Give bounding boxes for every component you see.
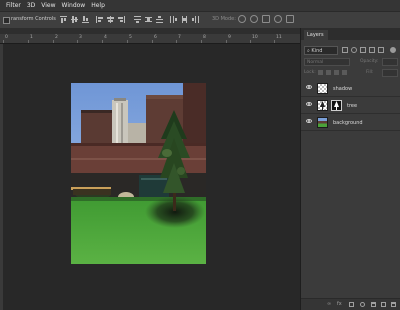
new-layer-icon[interactable] [381, 302, 386, 307]
filter-kind-value: Kind [311, 48, 323, 54]
menu-window[interactable]: Window [62, 0, 86, 11]
layer-thumbnail [317, 83, 328, 94]
link-layers-icon[interactable]: ∞ [327, 302, 332, 307]
lock-position-icon[interactable] [334, 70, 339, 75]
eye-icon[interactable] [306, 119, 312, 123]
distribute-center-icon[interactable] [145, 16, 152, 23]
ruler-label: 8 [203, 35, 206, 40]
ruler-label: 9 [228, 35, 231, 40]
align-bottom-icon[interactable] [82, 16, 89, 23]
scale-3d-icon[interactable] [286, 15, 294, 23]
canvas-photo [71, 83, 206, 264]
layer-mask-thumbnail[interactable] [331, 100, 342, 111]
fill-label: Fill: [366, 70, 374, 75]
ruler-label: 6 [154, 35, 157, 40]
horizontal-ruler: 0 1 2 3 4 5 6 7 8 9 10 11 [0, 34, 300, 44]
ruler-label: 11 [276, 35, 282, 40]
lock-label: Lock: [304, 70, 316, 75]
delete-layer-icon[interactable] [391, 302, 396, 307]
panel-header: Layers [301, 28, 400, 40]
align-right-icon[interactable] [118, 16, 125, 23]
layers-panel: Layers ⌕ Kind Normal Opacity: Lock: Fill… [300, 28, 400, 310]
drag-3d-icon[interactable] [262, 15, 270, 23]
ruler-label: 0 [5, 35, 8, 40]
3d-mode-label: 3D Mode: [212, 16, 236, 22]
filter-shape-icon[interactable] [369, 47, 375, 53]
menu-view[interactable]: View [41, 0, 55, 11]
distribute-top-icon[interactable] [134, 16, 141, 23]
orbit-3d-icon[interactable] [238, 15, 246, 23]
menu-filter[interactable]: Filter [6, 0, 21, 11]
blend-row: Normal Opacity: [304, 58, 398, 66]
filter-toggle-icon[interactable] [390, 47, 396, 53]
add-mask-icon[interactable] [349, 302, 354, 307]
menu-3d[interactable]: 3D [27, 0, 35, 11]
layer-name: tree [347, 103, 358, 109]
opacity-field[interactable] [382, 58, 398, 66]
opacity-label: Opacity: [360, 59, 379, 64]
layer-style-icon[interactable]: fx [337, 302, 342, 307]
lock-row: Lock: Fill: [304, 69, 398, 77]
layers-panel-footer: ∞ fx [301, 298, 400, 310]
align-left-icon[interactable] [96, 16, 103, 23]
layer-filter-row: ⌕ Kind [304, 46, 398, 55]
ruler-label: 4 [104, 35, 107, 40]
ruler-label: 7 [178, 35, 181, 40]
layer-thumbnail [317, 100, 328, 111]
layer-thumbnail [317, 117, 328, 128]
document-canvas[interactable] [71, 83, 206, 264]
adjustment-layer-icon[interactable] [360, 302, 365, 307]
slide-3d-icon[interactable] [274, 15, 282, 23]
menu-bar: Filter 3D View Window Help [0, 0, 400, 11]
ruler-label: 1 [30, 35, 33, 40]
distribute-right-icon[interactable] [192, 16, 199, 23]
filter-adjustment-icon[interactable] [351, 47, 357, 53]
lock-image-icon[interactable] [326, 70, 331, 75]
layer-row-tree[interactable]: tree [301, 97, 400, 114]
show-transform-controls-checkbox[interactable] [3, 17, 10, 24]
new-group-icon[interactable] [371, 302, 376, 307]
options-bar: ransform Controls 3D Mode: [0, 11, 400, 29]
layer-name: shadow [333, 86, 353, 92]
filter-pixel-icon[interactable] [342, 47, 348, 53]
fill-field[interactable] [382, 69, 398, 77]
ruler-label: 5 [129, 35, 132, 40]
eye-icon[interactable] [306, 85, 312, 89]
filter-smart-object-icon[interactable] [378, 47, 384, 53]
layer-row-background[interactable]: background [301, 114, 400, 131]
distribute-left-icon[interactable] [170, 16, 177, 23]
align-top-icon[interactable] [60, 16, 67, 23]
tab-layers[interactable]: Layers [304, 30, 328, 40]
distribute-bottom-icon[interactable] [156, 16, 163, 23]
lock-transparent-icon[interactable] [318, 70, 323, 75]
lock-all-icon[interactable] [342, 70, 347, 75]
search-icon: ⌕ [307, 48, 310, 54]
align-horizontal-center-icon[interactable] [107, 16, 114, 23]
layer-row-shadow[interactable]: shadow [301, 80, 400, 97]
ruler-label: 2 [55, 35, 58, 40]
roll-3d-icon[interactable] [250, 15, 258, 23]
distribute-horizontal-icon[interactable] [181, 16, 188, 23]
align-vertical-center-icon[interactable] [71, 16, 78, 23]
menu-help[interactable]: Help [91, 0, 105, 11]
filter-type-icon[interactable] [360, 47, 366, 53]
layer-name: background [333, 120, 363, 126]
filter-kind-select[interactable]: ⌕ Kind [304, 46, 338, 55]
ruler-label: 10 [252, 35, 258, 40]
vertical-ruler [0, 44, 3, 310]
transform-controls-label: ransform Controls [11, 16, 56, 22]
ruler-label: 3 [79, 35, 82, 40]
blend-mode-select[interactable]: Normal [304, 58, 350, 66]
eye-icon[interactable] [306, 102, 312, 106]
